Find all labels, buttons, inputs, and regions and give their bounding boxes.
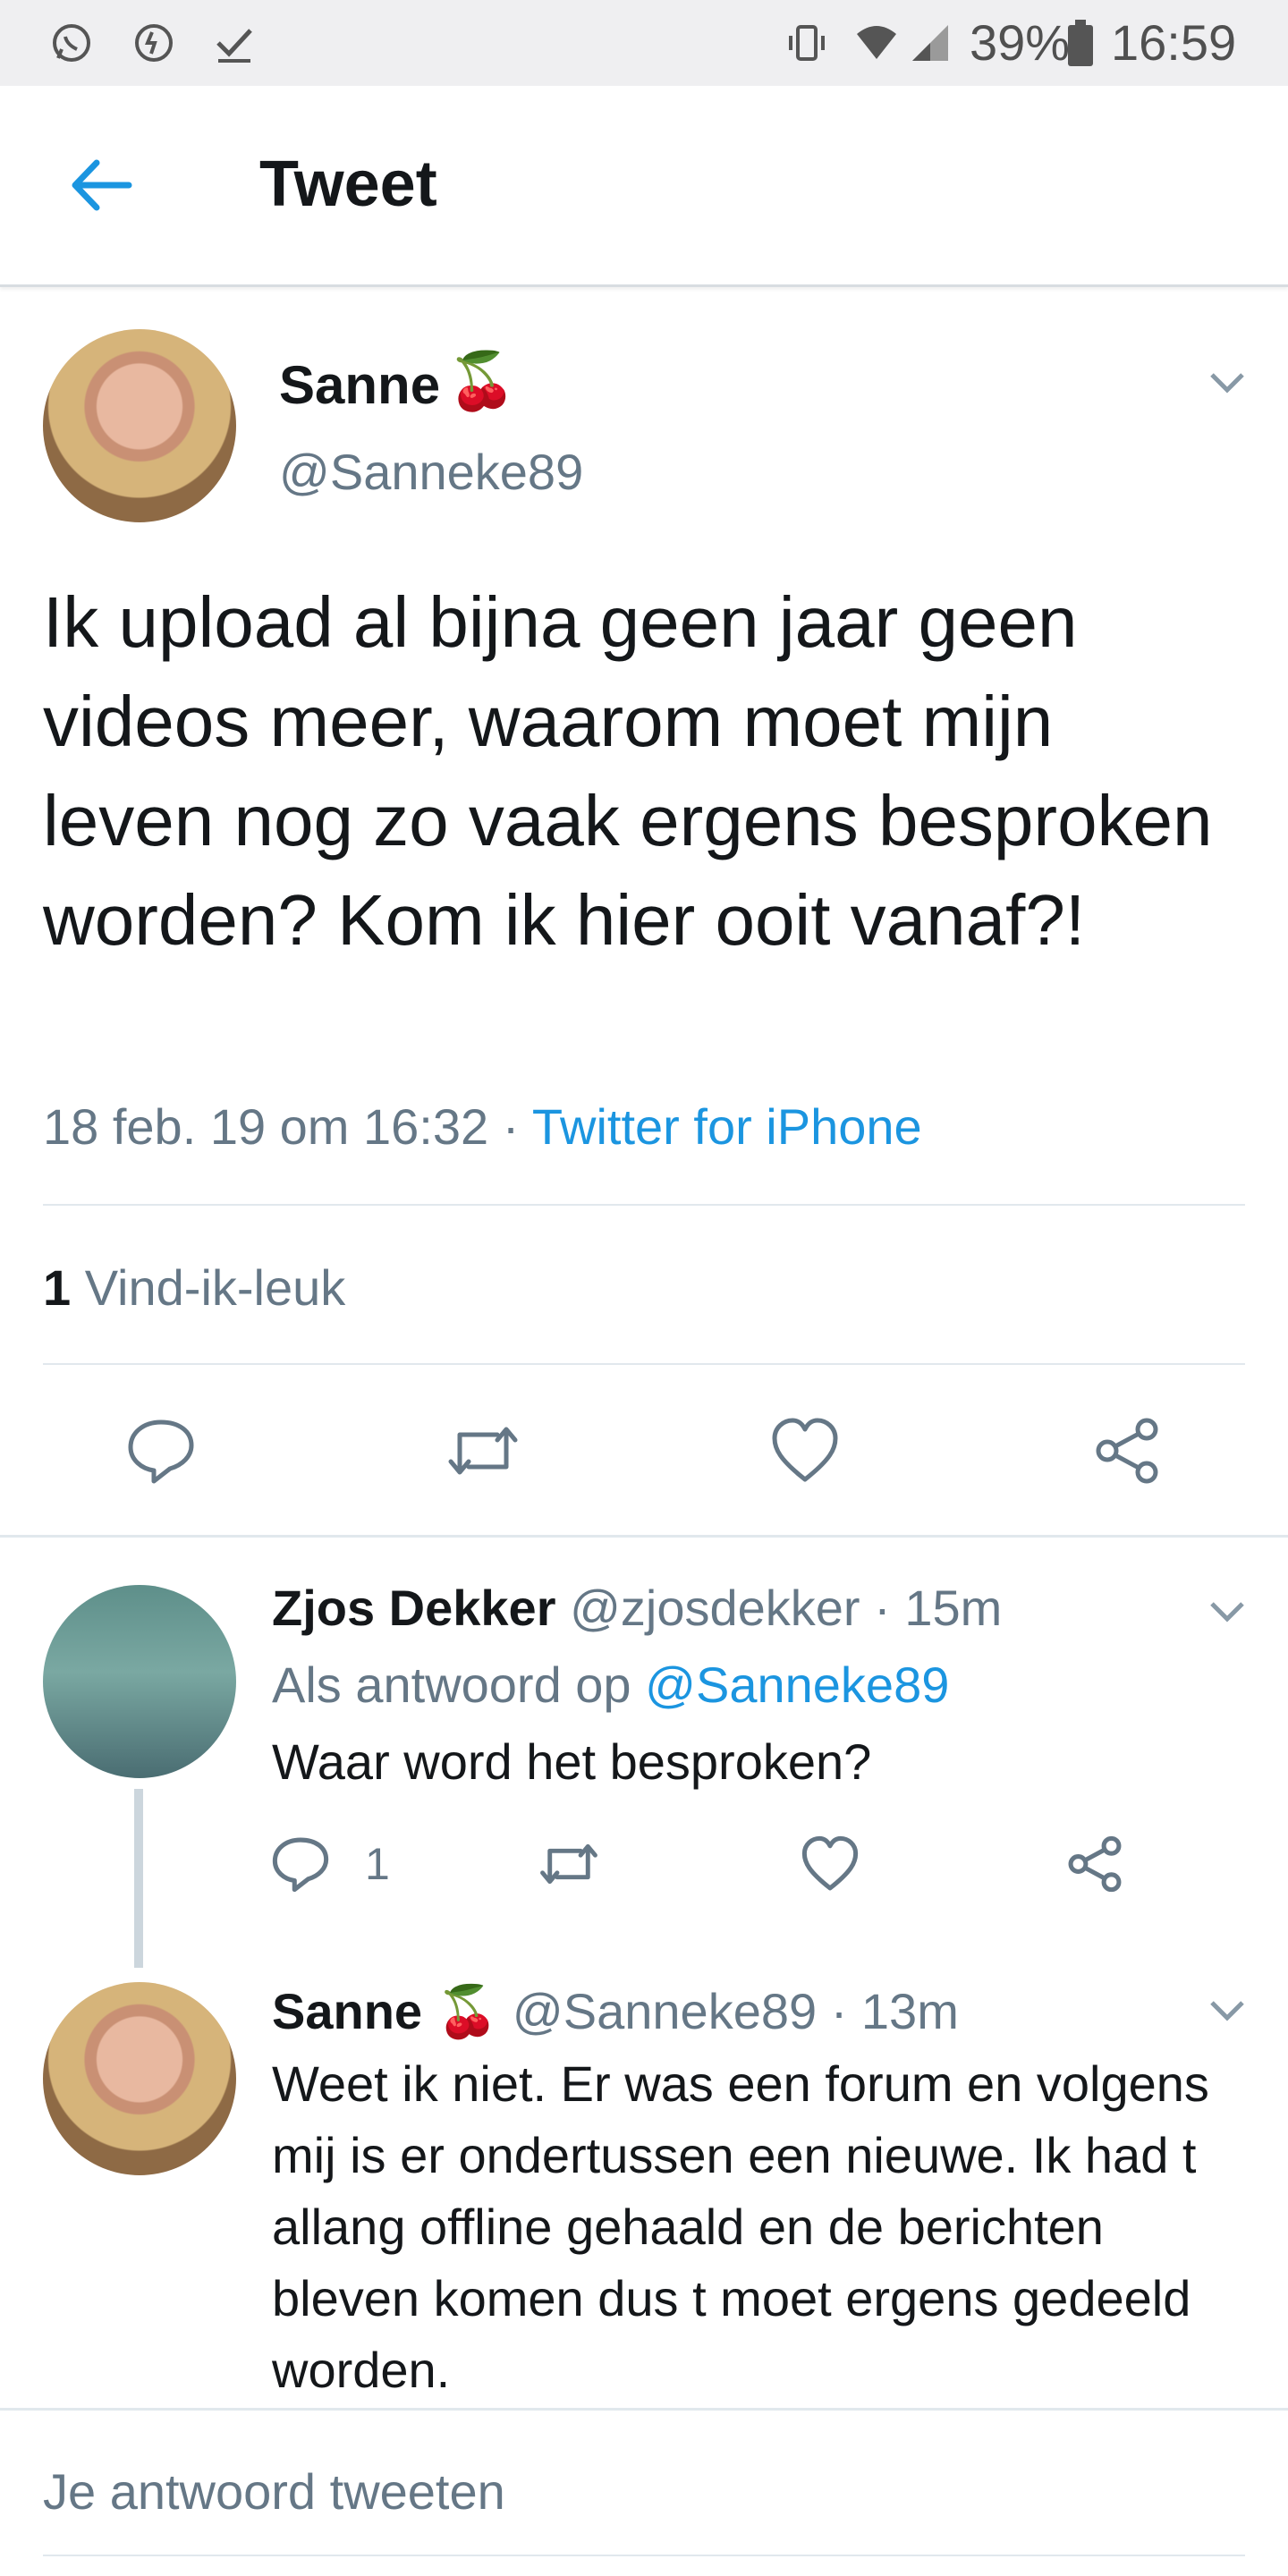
- author-handle[interactable]: @zjosdekker: [570, 1580, 860, 1636]
- reply-time: · 13m: [830, 1983, 959, 2039]
- author-name[interactable]: Sanne: [272, 1983, 422, 2039]
- author-handle[interactable]: @Sanneke89: [279, 444, 583, 501]
- divider: [43, 1204, 1245, 1206]
- author-handle[interactable]: @Sanneke89: [513, 1983, 817, 2039]
- reply-count: 1: [365, 1839, 390, 1889]
- tweet-date: 18 feb. 19 om 16:32: [43, 1098, 489, 1155]
- reply-text: Weet ik niet. Er was een forum en volgen…: [272, 2055, 1209, 2398]
- share-icon[interactable]: [1066, 1835, 1123, 1893]
- share-icon[interactable]: [1093, 1417, 1161, 1485]
- cherry-emoji: 🍒: [436, 1983, 499, 2039]
- heart-icon[interactable]: [771, 1417, 839, 1485]
- battery-icon: [1068, 20, 1093, 66]
- reply-prefix: Als antwoord op: [272, 1657, 631, 1713]
- heart-icon[interactable]: [801, 1835, 859, 1893]
- tweet-meta: 18 feb. 19 om 16:32 · Twitter for iPhone: [43, 1098, 922, 1156]
- check-icon: [216, 29, 252, 63]
- compose-underline: [43, 2555, 1245, 2556]
- clock: 16:59: [1111, 14, 1237, 71]
- reply-compose-input[interactable]: Je antwoord tweeten: [43, 2463, 505, 2521]
- likes-row[interactable]: 1 Vind-ik-leuk: [43, 1259, 345, 1317]
- wifi-icon: [857, 26, 896, 59]
- avatar[interactable]: [43, 1982, 236, 2175]
- vibrate-icon: [789, 25, 825, 61]
- meta-separator: ·: [488, 1098, 532, 1155]
- section-divider: [0, 1535, 1288, 1538]
- reply-time: · 15m: [874, 1580, 1003, 1636]
- back-arrow-icon[interactable]: [68, 156, 132, 215]
- page-title: Tweet: [259, 148, 437, 220]
- mention-link[interactable]: @Sanneke89: [645, 1657, 949, 1713]
- reply-icon[interactable]: [127, 1417, 195, 1485]
- reply-context: Als antwoord op @Sanneke89: [272, 1657, 949, 1714]
- tweet-text: Ik upload al bijna geen jaar geen videos…: [43, 582, 1213, 960]
- retweet-icon[interactable]: [444, 1417, 522, 1485]
- thread-line: [134, 1789, 143, 1968]
- section-divider: [0, 2408, 1288, 2411]
- like-count: 1: [43, 1259, 72, 1316]
- author-name[interactable]: Zjos Dekker: [272, 1580, 556, 1636]
- app-bar: Tweet: [0, 86, 1288, 287]
- avatar[interactable]: [43, 329, 236, 522]
- reply-header: Sanne 🍒 @Sanneke89 · 13m: [272, 1982, 959, 2041]
- tweet-source-link[interactable]: Twitter for iPhone: [532, 1098, 922, 1155]
- chevron-down-icon[interactable]: [1209, 372, 1245, 394]
- signal-icon: [912, 25, 948, 61]
- retweet-icon[interactable]: [537, 1835, 601, 1893]
- reply-icon[interactable]: [272, 1835, 329, 1893]
- status-bar: 39% 16:59: [0, 0, 1288, 86]
- author-name[interactable]: Sanne: [279, 354, 440, 417]
- reply-text: Waar word het besproken?: [272, 1733, 872, 1790]
- chevron-down-icon[interactable]: [1209, 2000, 1245, 2021]
- whatsapp-icon: [53, 24, 90, 62]
- like-label: Vind-ik-leuk: [84, 1259, 346, 1316]
- chevron-down-icon[interactable]: [1209, 1601, 1245, 1623]
- divider: [43, 1363, 1245, 1365]
- cherry-emoji: 🍒: [447, 351, 517, 412]
- avatar[interactable]: [43, 1585, 236, 1778]
- battery-percent: 39%: [970, 14, 1071, 71]
- reply-header: Zjos Dekker @zjosdekker · 15m: [272, 1580, 1002, 1637]
- activity-icon: [135, 24, 173, 62]
